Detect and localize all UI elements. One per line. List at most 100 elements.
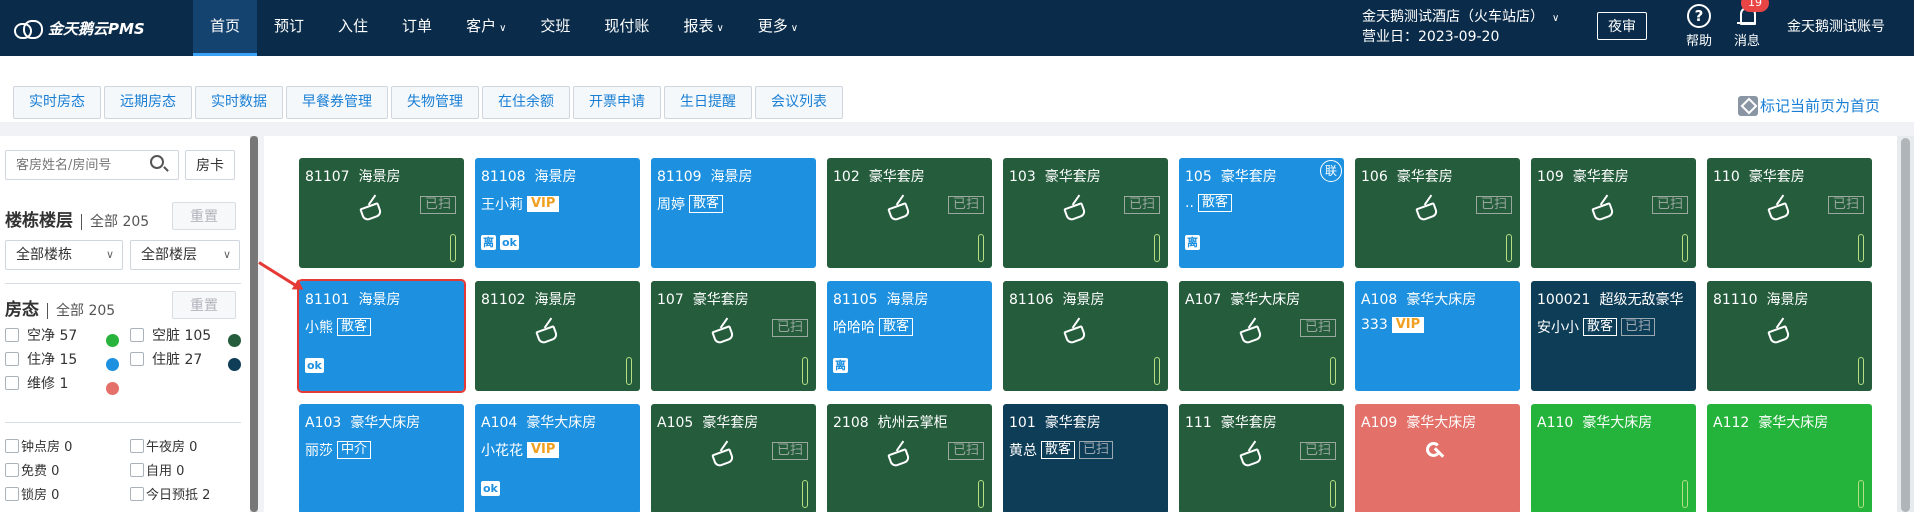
left-scrollbar-thumb[interactable]: [250, 136, 258, 512]
status-filter-2[interactable]: 住净 15: [5, 349, 77, 369]
room-number: 103: [1009, 169, 1036, 185]
room-title: A107 豪华大床房: [1185, 289, 1300, 309]
main-nav: 首页 预订 入住 订单 客户 ∨ 交班 现付账 报表 ∨ 更多 ∨: [193, 0, 815, 56]
room-card-A107[interactable]: A107 豪华大床房 已扫: [1179, 281, 1344, 391]
room-title: 103 豪华套房: [1009, 166, 1101, 186]
extra-filter-0[interactable]: 钟点房 0: [5, 436, 72, 455]
subtab-2[interactable]: 实时数据: [195, 86, 283, 119]
checkbox[interactable]: [5, 376, 19, 390]
checkbox[interactable]: [5, 328, 19, 342]
checkbox[interactable]: [130, 328, 144, 342]
broom-icon: [711, 440, 737, 464]
brand-logo[interactable]: 金天鹅云PMS: [12, 16, 145, 40]
checkbox[interactable]: [5, 438, 19, 453]
subtab-1[interactable]: 远期房态: [104, 86, 192, 119]
nav-item-1[interactable]: 预订: [257, 0, 321, 56]
nav-item-5[interactable]: 交班: [523, 0, 587, 56]
checkbox[interactable]: [5, 462, 19, 477]
room-card-81106[interactable]: 81106 海景房: [1003, 281, 1168, 391]
nav-item-2[interactable]: 入住: [321, 0, 385, 56]
guest-type-badge: 散客: [1041, 441, 1076, 459]
room-card-81108[interactable]: 81108 海景房 王小莉 VIP 离 ok: [475, 158, 640, 268]
status-filter-3[interactable]: 住脏 27: [130, 349, 202, 369]
guest-name: 小花花: [481, 443, 523, 459]
broom-icon: [887, 440, 913, 464]
room-card-A108[interactable]: A108 豪华大床房 333 VIP: [1355, 281, 1520, 391]
subtab-5[interactable]: 在住余额: [482, 86, 570, 119]
room-card-81101[interactable]: 81101 海景房 小熊 散客 ok: [297, 279, 466, 393]
subtab-4[interactable]: 失物管理: [391, 86, 479, 119]
extra-filter-1[interactable]: 午夜房 0: [130, 436, 197, 455]
checkbox[interactable]: [5, 486, 19, 501]
status-filter-0[interactable]: 空净 57: [5, 325, 77, 345]
checkbox[interactable]: [130, 352, 144, 366]
status-filter-4[interactable]: 维修 1: [5, 373, 68, 393]
guest-type-badge: 中介: [337, 441, 372, 459]
nav-item-8[interactable]: 更多 ∨: [741, 0, 815, 56]
nav-item-0[interactable]: 首页: [193, 0, 258, 56]
room-card-109[interactable]: 109 豪华套房 已扫: [1531, 158, 1696, 268]
room-card-106[interactable]: 106 豪华套房 已扫: [1355, 158, 1520, 268]
extra-filter-4[interactable]: 锁房 0: [5, 484, 59, 503]
room-flags: 离: [833, 358, 848, 373]
room-card-102[interactable]: 102 豪华套房 已扫: [827, 158, 992, 268]
nav-item-6[interactable]: 现付账: [587, 0, 666, 56]
room-card-A105[interactable]: A105 豪华套房 已扫: [651, 404, 816, 512]
room-card-A103[interactable]: A103 豪华大床房 丽莎 中介: [299, 404, 464, 512]
status-reset-button[interactable]: 重置: [172, 291, 236, 319]
room-card-111[interactable]: 111 豪华套房 已扫: [1179, 404, 1344, 512]
room-card-105[interactable]: 105 豪华套房.. 散客离联: [1179, 158, 1344, 268]
room-card-81109[interactable]: 81109 海景房 周婷 散客: [651, 158, 816, 268]
cloud-logo-icon: [12, 18, 43, 39]
room-card-107[interactable]: 107 豪华套房 已扫: [651, 281, 816, 391]
sub-tabs: 实时房态 远期房态 实时数据 早餐券管理 失物管理 在住余额 开票申请 生日提醒 会议列表: [13, 86, 846, 119]
room-card-81105[interactable]: 81105 海景房 哈哈哈 散客离: [827, 281, 992, 391]
search-icon[interactable]: [150, 155, 164, 169]
cleaned-badge: 已扫: [1079, 441, 1114, 459]
room-card-button[interactable]: 房卡: [185, 150, 235, 180]
nav-item-3[interactable]: 订单: [385, 0, 449, 56]
room-card-A112[interactable]: A112 豪华大床房: [1707, 404, 1872, 512]
floor-select[interactable]: 全部楼层 ∨: [130, 240, 240, 270]
subtab-3[interactable]: 早餐券管理: [286, 86, 388, 119]
room-card-81107[interactable]: 81107 海景房 已扫: [299, 158, 464, 268]
subtab-7[interactable]: 生日提醒: [664, 86, 752, 119]
room-card-A109[interactable]: A109 豪华大床房: [1355, 404, 1520, 512]
mark-as-home-link[interactable]: 标记当前页为首页: [1738, 95, 1880, 116]
room-card-100021[interactable]: 100021 超级无敌豪华 安小小 散客 已扫: [1531, 281, 1696, 391]
subtab-8[interactable]: 会议列表: [755, 86, 843, 119]
checkbox[interactable]: [5, 352, 19, 366]
pin-icon: [1738, 95, 1758, 116]
checkbox[interactable]: [130, 438, 144, 453]
room-card-81102[interactable]: 81102 海景房: [475, 281, 640, 391]
right-scrollbar-thumb[interactable]: [1901, 138, 1910, 512]
nav-item-7[interactable]: 报表 ∨: [666, 0, 740, 56]
room-number: A110: [1537, 415, 1574, 431]
extra-filter-2[interactable]: 免费 0: [5, 460, 59, 479]
extra-filter-3[interactable]: 自用 0: [130, 460, 184, 479]
subtab-6[interactable]: 开票申请: [573, 86, 661, 119]
building-select[interactable]: 全部楼栋 ∨: [5, 240, 123, 270]
room-card-A110[interactable]: A110 豪华大床房: [1531, 404, 1696, 512]
subtab-0[interactable]: 实时房态: [13, 86, 101, 119]
room-type: 豪华套房: [1748, 169, 1805, 185]
room-card-81110[interactable]: 81110 海景房: [1707, 281, 1872, 391]
account-menu[interactable]: 金天鹅测试账号: [1787, 16, 1885, 36]
room-title: A104 豪华大床房: [481, 412, 596, 432]
nav-item-4[interactable]: 客户 ∨: [449, 0, 523, 56]
status-title: 房态: [5, 300, 39, 320]
checkbox[interactable]: [130, 486, 144, 501]
checkbox[interactable]: [130, 462, 144, 477]
room-card-110[interactable]: 110 豪华套房 已扫: [1707, 158, 1872, 268]
room-card-101[interactable]: 101 豪华套房 黄总 散客 已扫: [1003, 404, 1168, 512]
extra-filter-5[interactable]: 今日预抵 2: [130, 484, 210, 503]
night-audit-button[interactable]: 夜审: [1597, 12, 1647, 40]
help-button[interactable]: ? 帮助: [1679, 4, 1719, 49]
room-card-2108[interactable]: 2108 杭州云掌柜 已扫: [827, 404, 992, 512]
cleaned-badge: 已扫: [419, 196, 456, 214]
room-card-A104[interactable]: A104 豪华大床房 小花花 VIP ok: [475, 404, 640, 512]
status-filter-1[interactable]: 空脏 105: [130, 325, 211, 345]
building-reset-button[interactable]: 重置: [172, 202, 236, 230]
room-card-103[interactable]: 103 豪华套房 已扫: [1003, 158, 1168, 268]
hotel-selector[interactable]: 金天鹅测试酒店（火车站店） ∨ 营业日：2023-09-20: [1362, 8, 1559, 47]
